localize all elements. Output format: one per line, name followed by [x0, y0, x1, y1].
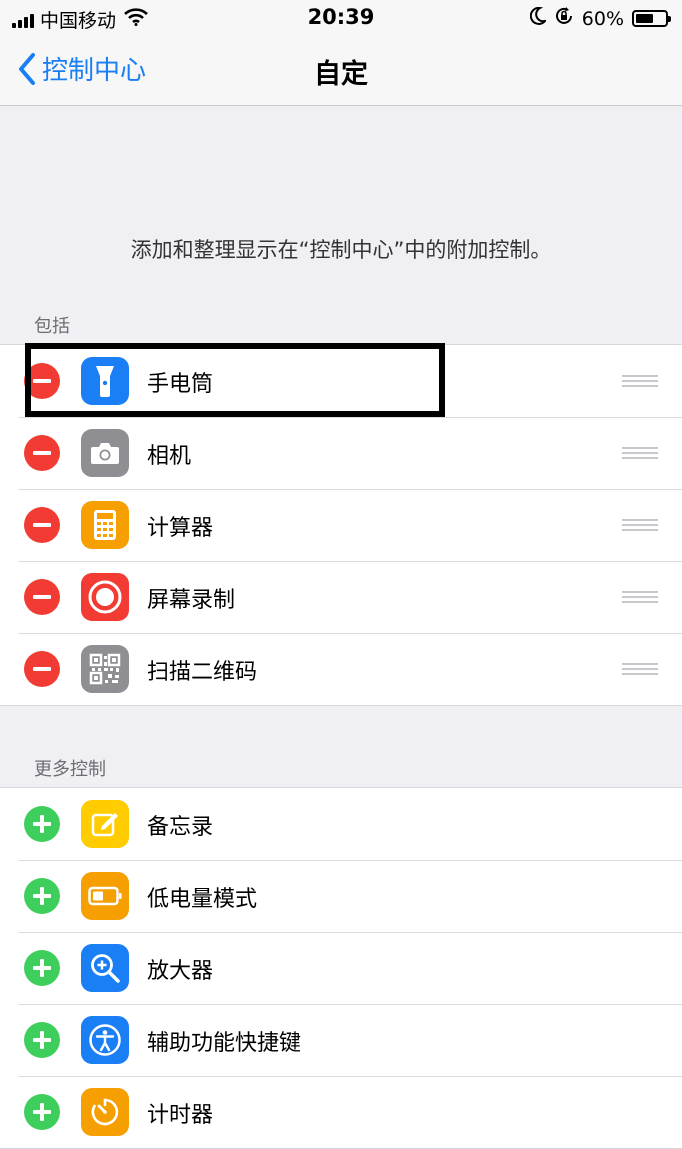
reorder-handle[interactable] — [622, 375, 658, 387]
item-label: 屏幕录制 — [147, 588, 236, 613]
highlight-box — [25, 343, 445, 417]
list-item: 屏幕录制 — [0, 561, 682, 633]
remove-button[interactable] — [24, 507, 60, 543]
item-label: 相机 — [147, 444, 192, 469]
low-power-icon — [81, 872, 129, 920]
camera-icon — [81, 429, 129, 477]
magnifier-icon — [81, 944, 129, 992]
item-label: 放大器 — [147, 959, 214, 984]
reorder-handle[interactable] — [622, 663, 658, 675]
add-button[interactable] — [24, 950, 60, 986]
timer-icon — [81, 1088, 129, 1136]
add-button[interactable] — [24, 878, 60, 914]
list-item: 辅助功能快捷键 — [0, 1004, 682, 1076]
list-item: 计算器 — [0, 489, 682, 561]
item-label: 辅助功能快捷键 — [147, 1031, 302, 1056]
list-item: 低电量模式 — [0, 860, 682, 932]
reorder-handle[interactable] — [622, 591, 658, 603]
add-button[interactable] — [24, 1022, 60, 1058]
add-button[interactable] — [24, 1094, 60, 1130]
description-text: 添加和整理显示在“控制中心”中的附加控制。 — [130, 238, 552, 262]
qr-code-icon — [81, 645, 129, 693]
orientation-lock-icon — [554, 6, 574, 31]
page-title: 自定 — [314, 59, 368, 90]
remove-button[interactable] — [24, 435, 60, 471]
remove-button[interactable] — [24, 651, 60, 687]
list-item: 扫描二维码 — [0, 633, 682, 705]
remove-button[interactable] — [24, 579, 60, 615]
moon-icon — [529, 6, 548, 30]
list-item: 备忘录 — [0, 788, 682, 860]
add-button[interactable] — [24, 806, 60, 842]
battery-icon — [632, 10, 671, 27]
item-label: 计时器 — [147, 1103, 214, 1128]
accessibility-icon — [81, 1016, 129, 1064]
item-label: 备忘录 — [147, 815, 214, 840]
list-item: 放大器 — [0, 932, 682, 1004]
item-label: 扫描二维码 — [147, 660, 258, 685]
calculator-icon — [81, 501, 129, 549]
section-header-included: 包括 — [34, 316, 70, 337]
more-controls-list: 备忘录 低电量模式 放大器 辅助功能快捷键 计时器 — [0, 787, 682, 1149]
list-item: 相机 — [0, 417, 682, 489]
section-header-more: 更多控制 — [34, 759, 106, 780]
navigation-bar: 控制中心 自定 — [0, 36, 682, 106]
reorder-handle[interactable] — [622, 519, 658, 531]
item-label: 低电量模式 — [147, 887, 258, 912]
item-label: 计算器 — [147, 516, 214, 541]
status-bar: 中国移动 20:39 60% — [0, 0, 682, 36]
battery-percent: 60% — [581, 7, 624, 30]
list-item: 计时器 — [0, 1076, 682, 1148]
screen-record-icon — [81, 573, 129, 621]
notes-icon — [81, 800, 129, 848]
reorder-handle[interactable] — [622, 447, 658, 459]
